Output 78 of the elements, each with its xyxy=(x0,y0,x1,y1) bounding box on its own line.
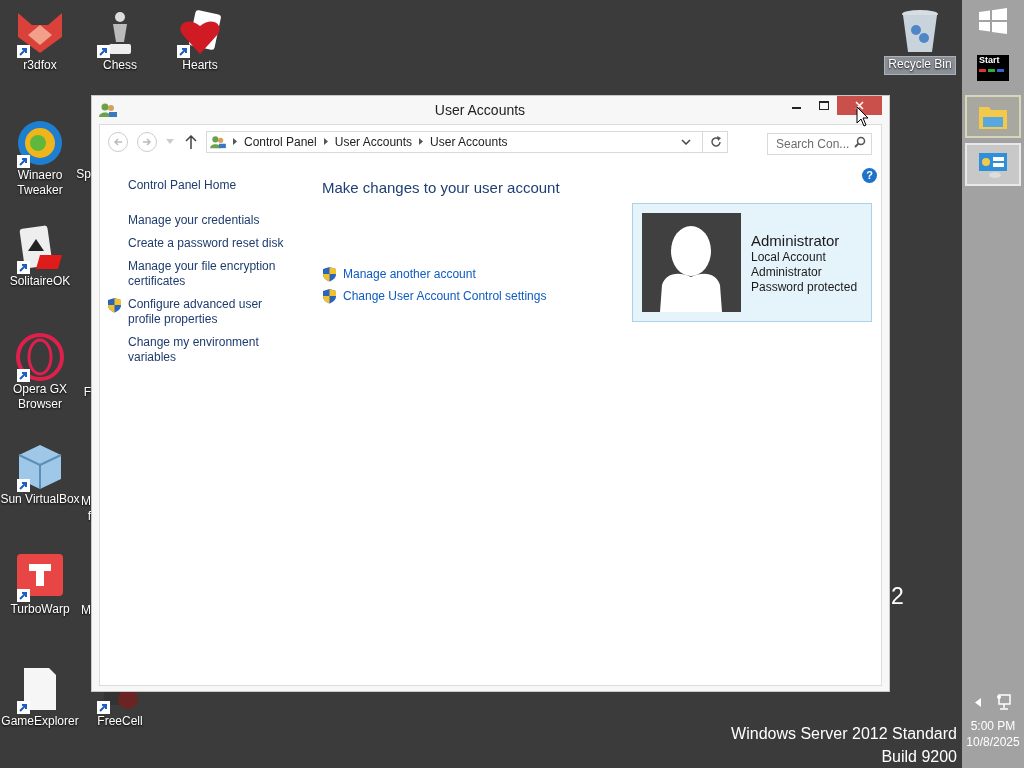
heart-card-icon xyxy=(178,10,222,56)
page-heading: Make changes to your user account xyxy=(322,179,561,197)
up-arrow-icon[interactable] xyxy=(185,134,197,149)
shortcut-arrow-icon xyxy=(177,45,190,58)
fox-icon xyxy=(16,11,64,55)
search-field[interactable]: Search Con... xyxy=(767,132,872,155)
desktop-icon-label[interactable]: TurboWarp xyxy=(7,602,73,619)
account-name: Administrator xyxy=(751,230,841,250)
blank-file-icon xyxy=(23,667,57,711)
account-detail: Local Account xyxy=(751,249,827,265)
refresh-icon[interactable] xyxy=(710,135,722,148)
desktop-icon-label[interactable]: r3dfox xyxy=(20,58,60,75)
build-text: Build 9200 xyxy=(881,747,957,767)
sidebar-link[interactable]: Manage your file encryption certificates xyxy=(128,259,296,289)
address-bar[interactable]: Control Panel User Accounts User Accounts xyxy=(206,130,728,153)
show-hidden-icons-icon[interactable] xyxy=(975,697,981,707)
back-arrow-icon xyxy=(113,136,123,147)
shortcut-arrow-icon xyxy=(17,369,30,382)
ring-icon xyxy=(16,333,64,381)
search-icon xyxy=(854,135,866,148)
chevron-right-icon xyxy=(233,138,237,145)
file-explorer-button[interactable] xyxy=(965,95,1021,138)
start-tile[interactable]: Start xyxy=(977,55,1009,81)
desktop-icon-label: Sp xyxy=(76,167,91,182)
desktop-icon-label[interactable]: GameExplorer xyxy=(0,714,82,731)
desktop-icon-label: f xyxy=(87,509,91,524)
shield-icon xyxy=(322,266,337,282)
desktop-icon-label[interactable]: Sun VirtualBox xyxy=(0,492,83,509)
swirl-icon xyxy=(16,119,64,167)
desktop-icon-label: F xyxy=(83,385,91,400)
shield-icon xyxy=(106,297,122,313)
shortcut-arrow-icon xyxy=(17,155,30,168)
cube-icon xyxy=(17,443,63,491)
shield-icon xyxy=(322,288,337,304)
forward-arrow-icon xyxy=(142,136,152,147)
recycle-bin-icon xyxy=(900,8,940,54)
recent-caret-icon xyxy=(166,139,174,144)
shortcut-arrow-icon xyxy=(97,45,110,58)
account-detail: Administrator xyxy=(751,264,823,280)
shortcut-arrow-icon xyxy=(17,479,30,492)
dropdown-caret-icon[interactable] xyxy=(681,138,691,145)
network-icon[interactable] xyxy=(995,694,1011,710)
help-icon[interactable]: ? xyxy=(862,168,877,183)
breadcrumb-item[interactable]: Control Panel xyxy=(244,132,317,151)
desktop-icon-label[interactable]: Chess xyxy=(100,58,140,75)
shortcut-arrow-icon xyxy=(17,589,30,602)
windows-logo-button[interactable] xyxy=(978,7,1008,35)
window-title: User Accounts xyxy=(433,100,527,120)
breadcrumb-item[interactable]: User Accounts xyxy=(430,132,508,151)
desktop-icon-label: M xyxy=(81,494,91,509)
users-icon xyxy=(99,102,117,118)
shortcut-arrow-icon xyxy=(17,701,30,714)
close-icon xyxy=(855,101,864,110)
account-detail: Password protected xyxy=(751,279,858,295)
shortcut-arrow-icon xyxy=(97,701,110,714)
watermark-fragment: 2 xyxy=(891,585,904,608)
sidebar-link[interactable]: Change my environment variables xyxy=(128,335,296,365)
sidebar-link[interactable]: Manage your credentials xyxy=(128,213,296,228)
desktop-icon-label[interactable]: SolitaireOK xyxy=(6,274,74,291)
shortcut-arrow-icon xyxy=(17,261,30,274)
desktop-icon-label[interactable]: FreeCell xyxy=(94,714,146,731)
chevron-right-icon xyxy=(323,138,328,145)
sidebar-link[interactable]: Create a password reset disk xyxy=(128,236,296,251)
control-panel-icon xyxy=(977,150,1009,179)
shortcut-arrow-icon xyxy=(17,45,30,58)
breadcrumb-item[interactable]: User Accounts xyxy=(334,132,413,151)
edition-text: Windows Server 2012 Standard xyxy=(731,724,957,744)
close-button[interactable] xyxy=(837,96,882,115)
desktop-icon-label: M xyxy=(81,603,91,618)
task-link[interactable]: Change User Account Control settings xyxy=(343,288,547,304)
task-link[interactable]: Manage another account xyxy=(343,266,476,282)
chevron-right-icon xyxy=(419,138,424,145)
users-icon xyxy=(210,134,226,149)
sidebar-link[interactable]: Configure advanced user profile properties xyxy=(128,297,296,327)
control-panel-button[interactable] xyxy=(965,143,1021,186)
sidebar-link[interactable]: Control Panel Home xyxy=(128,178,305,193)
desktop-icon-label[interactable]: Opera GX Browser xyxy=(0,382,80,414)
desktop-icon-label[interactable]: Hearts xyxy=(179,58,221,75)
